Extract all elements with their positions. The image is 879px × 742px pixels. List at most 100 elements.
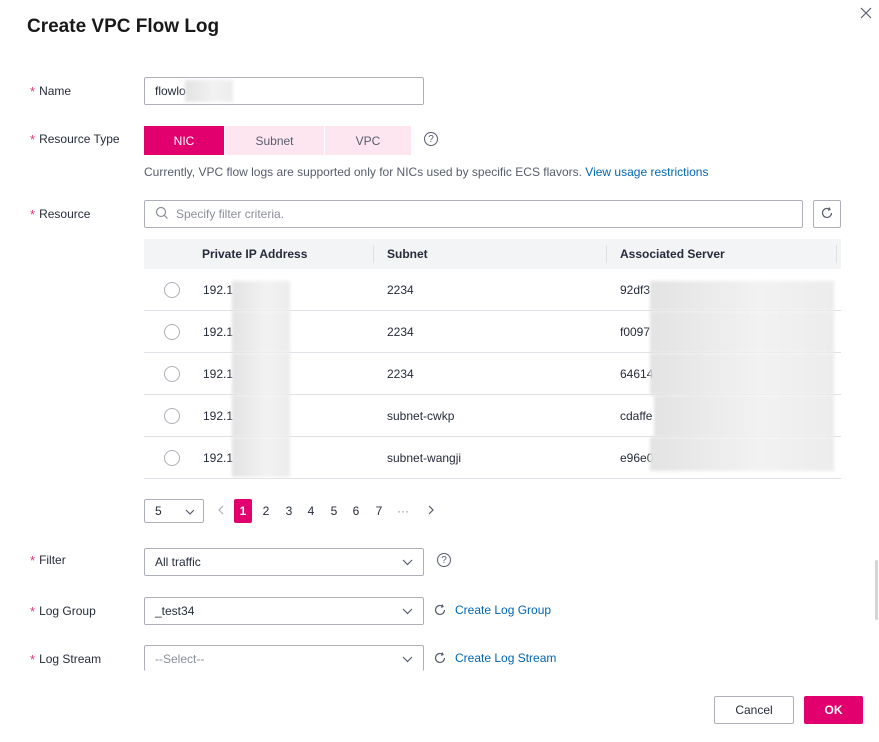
cancel-button[interactable]: Cancel xyxy=(714,696,794,724)
cell-ip: 192.1 xyxy=(203,367,234,381)
log-group-label-text: Log Group xyxy=(39,604,96,618)
table-row[interactable]: 192.1 2234 64614 xyxy=(144,353,841,395)
page-size-select[interactable]: 5 xyxy=(144,499,204,523)
table-header: Private IP Address Subnet Associated Ser… xyxy=(144,239,841,269)
table-row[interactable]: 192.1 subnet-wangji e96e0 xyxy=(144,437,841,479)
view-usage-restrictions-link[interactable]: View usage restrictions xyxy=(585,165,708,179)
row-radio[interactable] xyxy=(164,450,180,466)
log-stream-select[interactable]: --Select-- xyxy=(144,645,424,671)
name-label-text: Name xyxy=(39,84,72,98)
cell-subnet: 2234 xyxy=(387,325,414,339)
resource-type-hint: Currently, VPC flow logs are supported o… xyxy=(144,165,708,179)
help-icon[interactable]: ? xyxy=(437,553,451,567)
resource-search-input[interactable]: Specify filter criteria. xyxy=(144,200,803,228)
page-7[interactable]: 7 xyxy=(370,499,388,523)
redacted-blur xyxy=(232,395,290,437)
page-4[interactable]: 4 xyxy=(302,499,320,523)
scrollbar[interactable] xyxy=(875,560,878,620)
filter-value: All traffic xyxy=(155,555,201,569)
ok-button[interactable]: OK xyxy=(804,696,863,724)
column-divider xyxy=(836,245,837,263)
filter-select[interactable]: All traffic xyxy=(144,548,424,576)
redacted-blur xyxy=(185,80,233,102)
resource-type-label: * Resource Type xyxy=(30,131,120,147)
column-associated-server: Associated Server xyxy=(620,247,725,261)
required-mark: * xyxy=(30,131,36,147)
chevron-down-icon xyxy=(402,604,413,618)
name-input[interactable]: flowlo xyxy=(144,77,424,105)
column-subnet: Subnet xyxy=(387,247,428,261)
create-log-stream-link[interactable]: Create Log Stream xyxy=(433,651,556,665)
cell-server: 64614 xyxy=(620,367,654,381)
search-icon xyxy=(155,206,169,223)
row-radio[interactable] xyxy=(164,324,180,340)
next-page-button[interactable] xyxy=(422,499,440,523)
refresh-icon xyxy=(820,206,834,223)
filter-label-text: Filter xyxy=(39,553,66,567)
cell-subnet: 2234 xyxy=(387,283,414,297)
redacted-blur xyxy=(654,395,834,437)
refresh-icon[interactable] xyxy=(433,603,447,617)
redacted-blur xyxy=(232,281,290,311)
resource-type-subnet[interactable]: Subnet xyxy=(225,126,324,155)
redacted-blur xyxy=(232,353,290,395)
resource-type-label-text: Resource Type xyxy=(39,132,120,146)
log-group-value: _test34 xyxy=(155,604,195,618)
table-row[interactable]: 192.1 2234 92df3 xyxy=(144,269,841,311)
cell-subnet: 2234 xyxy=(387,367,414,381)
resource-type-vpc[interactable]: VPC xyxy=(325,126,411,155)
create-log-stream-text[interactable]: Create Log Stream xyxy=(455,651,556,665)
refresh-icon[interactable] xyxy=(433,651,447,665)
cell-server: f0097 xyxy=(620,325,651,339)
page-1[interactable]: 1 xyxy=(234,499,252,523)
chevron-down-icon xyxy=(185,504,195,518)
cell-ip: 192.1 xyxy=(203,409,234,423)
row-radio[interactable] xyxy=(164,366,180,382)
page-3[interactable]: 3 xyxy=(280,499,298,523)
column-divider xyxy=(606,245,607,263)
cell-server: cdaffe xyxy=(620,409,653,423)
required-mark: * xyxy=(30,552,36,568)
refresh-button[interactable] xyxy=(813,200,841,228)
row-radio[interactable] xyxy=(164,408,180,424)
table-row[interactable]: 192.1 subnet-cwkp cdaffe xyxy=(144,395,841,437)
log-group-label: * Log Group xyxy=(30,603,96,619)
row-radio[interactable] xyxy=(164,282,180,298)
log-stream-label-text: Log Stream xyxy=(39,652,102,666)
dialog-title: Create VPC Flow Log xyxy=(27,16,220,37)
close-icon[interactable] xyxy=(858,5,874,21)
column-divider xyxy=(373,245,374,263)
log-stream-label: * Log Stream xyxy=(30,651,101,667)
log-group-select[interactable]: _test34 xyxy=(144,597,424,625)
hint-text: Currently, VPC flow logs are supported o… xyxy=(144,165,582,179)
name-input-value: flowlo xyxy=(155,84,186,98)
table-row[interactable]: 192.1 2234 f0097 xyxy=(144,311,841,353)
log-stream-placeholder: --Select-- xyxy=(155,651,205,666)
resource-label: * Resource xyxy=(30,206,90,222)
required-mark: * xyxy=(30,206,36,222)
resource-type-nic[interactable]: NIC xyxy=(144,126,224,155)
required-mark: * xyxy=(30,651,36,667)
name-label: * Name xyxy=(30,83,71,99)
cell-subnet: subnet-wangji xyxy=(387,451,462,465)
chevron-down-icon xyxy=(402,652,413,666)
cell-ip: 192.1 xyxy=(203,325,234,339)
resource-label-text: Resource xyxy=(39,207,91,221)
redacted-blur xyxy=(650,437,834,471)
filter-label: * Filter xyxy=(30,552,66,568)
help-icon[interactable]: ? xyxy=(424,132,438,146)
required-mark: * xyxy=(30,603,36,619)
prev-page-button[interactable] xyxy=(212,499,230,523)
create-log-group-link[interactable]: Create Log Group xyxy=(433,603,551,617)
page-ellipsis[interactable]: ··· xyxy=(394,499,412,523)
create-log-group-text[interactable]: Create Log Group xyxy=(455,603,551,617)
redacted-blur xyxy=(232,311,290,353)
chevron-right-icon xyxy=(428,504,434,518)
page-6[interactable]: 6 xyxy=(347,499,365,523)
page-2[interactable]: 2 xyxy=(257,499,275,523)
page-5[interactable]: 5 xyxy=(325,499,343,523)
cell-subnet: subnet-cwkp xyxy=(387,409,455,423)
search-placeholder: Specify filter criteria. xyxy=(176,207,285,221)
cell-ip: 192.1 xyxy=(203,283,234,297)
redacted-blur xyxy=(650,281,834,311)
